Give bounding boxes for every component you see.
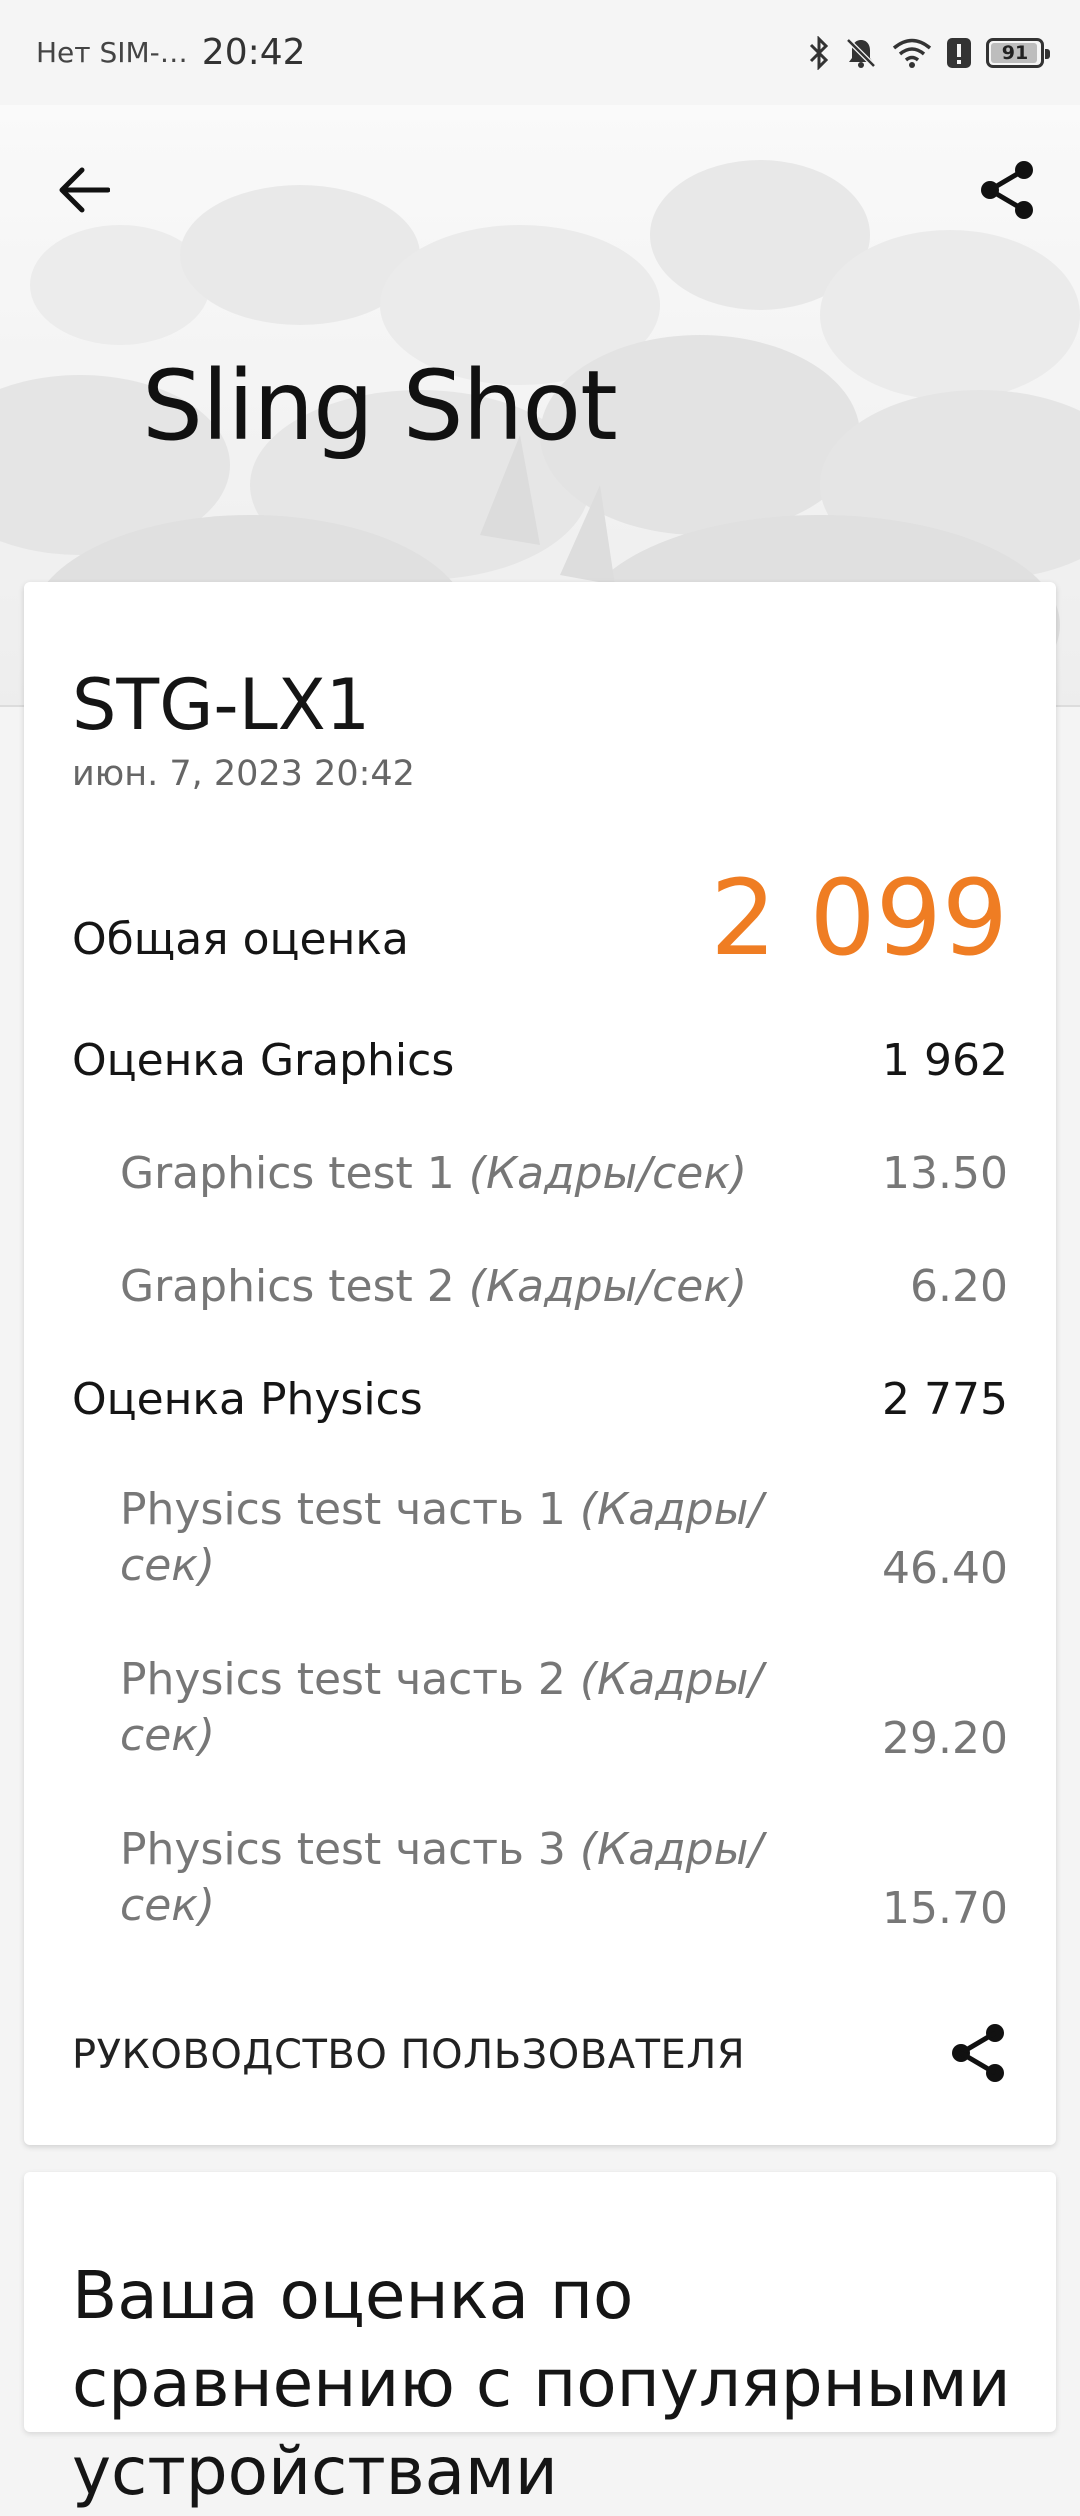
physics-score-value: 2 775: [882, 1374, 1008, 1425]
graphics-test-1-unit: (Кадры/сек): [468, 1148, 748, 1199]
physics-test-1-value: 46.40: [882, 1543, 1008, 1594]
device-name: STG-LX1: [72, 664, 371, 746]
user-guide-link[interactable]: РУКОВОДСТВО ПОЛЬЗОВАТЕЛЯ: [72, 2032, 745, 2078]
graphics-test-2-row: Graphics test 2 (Кадры/сек) 6.20: [72, 1261, 1008, 1312]
physics-test-3-value: 15.70: [882, 1883, 1008, 1934]
share-icon: [981, 161, 1033, 219]
run-date: июн. 7, 2023 20:42: [72, 754, 415, 794]
status-time: 20:42: [201, 32, 306, 73]
share-button[interactable]: [968, 150, 1048, 230]
share-icon: [952, 2024, 1004, 2082]
benchmark-title: Sling Shot: [142, 350, 618, 462]
status-icons: 91: [808, 35, 1050, 70]
comparison-title: Ваша оценка по сравнению с популярными у…: [72, 2257, 1011, 2510]
carrier-label: Нет SIM-…: [36, 36, 188, 69]
graphics-score-label: Оценка Graphics: [72, 1035, 455, 1086]
overall-score-row: Общая оценка 2 099: [72, 857, 1008, 979]
overall-score-value: 2 099: [710, 857, 1008, 979]
physics-test-1-name: Physics test часть 1: [120, 1484, 566, 1535]
status-bar: Нет SIM-… 20:42 91: [0, 0, 1080, 105]
graphics-test-1-value: 13.50: [882, 1148, 1008, 1199]
physics-test-2-row: Physics test часть 2 (Кадры/сек) 29.20: [72, 1652, 1008, 1764]
wifi-icon: [892, 37, 932, 69]
graphics-test-1-row: Graphics test 1 (Кадры/сек) 13.50: [72, 1148, 1008, 1199]
alert-icon: [946, 36, 972, 70]
bluetooth-icon: [808, 35, 830, 70]
graphics-score-row: Оценка Graphics 1 962: [72, 1035, 1008, 1086]
graphics-test-2-unit: (Кадры/сек): [468, 1261, 748, 1312]
graphics-test-2-value: 6.20: [910, 1261, 1008, 1312]
physics-test-1-row: Physics test часть 1 (Кадры/сек) 46.40: [72, 1482, 1008, 1594]
overall-score-label: Общая оценка: [72, 914, 409, 965]
back-button[interactable]: [44, 150, 124, 230]
comparison-card: Ваша оценка по сравнению с популярными у…: [24, 2172, 1056, 2510]
graphics-test-2-name: Graphics test 2: [120, 1261, 455, 1312]
graphics-test-1-name: Graphics test 1: [120, 1148, 455, 1199]
result-card: STG-LX1 июн. 7, 2023 20:42 Общая оценка …: [24, 582, 1056, 2145]
user-guide-row[interactable]: РУКОВОДСТВО ПОЛЬЗОВАТЕЛЯ: [72, 2022, 1008, 2088]
battery-icon: 91: [986, 37, 1050, 68]
graphics-score-value: 1 962: [882, 1035, 1008, 1086]
battery-level: 91: [1001, 41, 1029, 64]
physics-test-2-value: 29.20: [882, 1713, 1008, 1764]
physics-score-row: Оценка Physics 2 775: [72, 1374, 1008, 1425]
physics-score-label: Оценка Physics: [72, 1374, 423, 1425]
physics-test-3-row: Physics test часть 3 (Кадры/сек) 15.70: [72, 1822, 1008, 1934]
share-result-button[interactable]: [950, 2022, 1008, 2088]
physics-test-3-name: Physics test часть 3: [120, 1824, 566, 1875]
physics-test-2-name: Physics test часть 2: [120, 1654, 566, 1705]
arrow-left-icon: [59, 167, 110, 213]
bell-muted-icon: [844, 36, 878, 70]
